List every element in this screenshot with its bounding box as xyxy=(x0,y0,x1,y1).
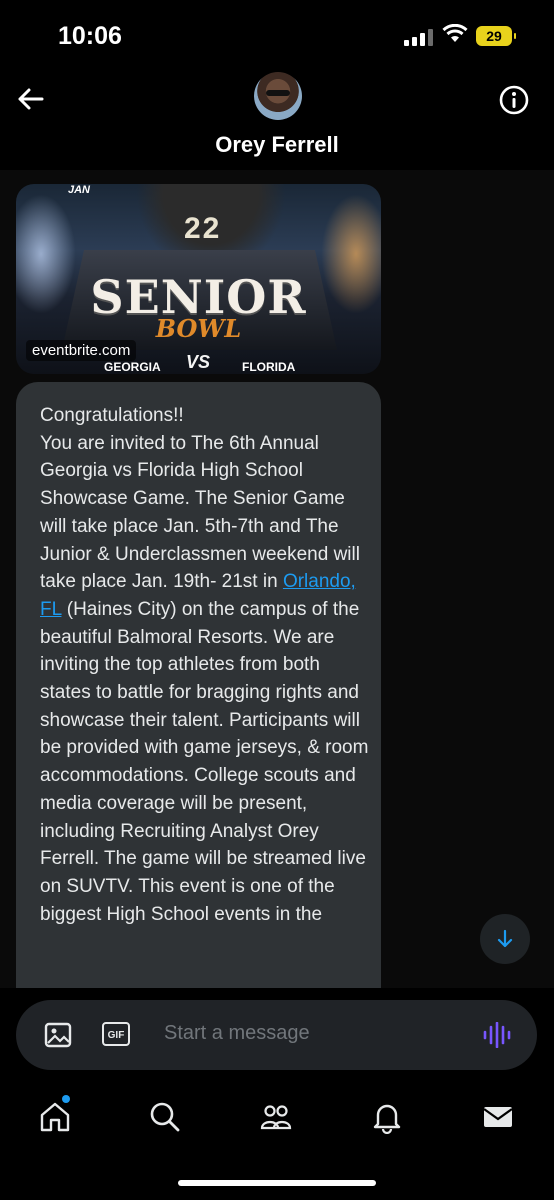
status-bar: 10:06 29 xyxy=(0,0,554,72)
cellular-signal-icon xyxy=(404,28,433,46)
message-thread[interactable]: JAN 22 SENIOR BOWL GEORGIA VS FLORIDA ev… xyxy=(0,170,554,988)
card-jan-text: JAN xyxy=(68,184,91,196)
avatar[interactable] xyxy=(254,72,302,120)
image-icon[interactable] xyxy=(44,1022,72,1048)
message-input[interactable]: Start a message xyxy=(164,1022,310,1045)
gif-button[interactable]: GIF xyxy=(102,1022,130,1046)
message-text-part: (Haines City) on the campus of the beaut… xyxy=(40,598,369,925)
message-text-part: Congratulations!! You are invited to The… xyxy=(40,405,360,593)
link-preview-card[interactable]: JAN 22 SENIOR BOWL GEORGIA VS FLORIDA ev… xyxy=(16,184,381,374)
conversation-header: Orey Ferrell xyxy=(0,72,554,170)
message-text: Congratulations!! You are invited to The… xyxy=(40,402,370,928)
battery-icon: 29 xyxy=(476,26,516,46)
info-icon[interactable] xyxy=(498,84,530,116)
notifications-icon[interactable] xyxy=(370,1100,404,1134)
battery-level: 29 xyxy=(486,28,502,44)
search-icon[interactable] xyxy=(148,1100,182,1134)
home-icon[interactable] xyxy=(38,1100,72,1134)
status-time: 10:06 xyxy=(58,22,122,50)
communities-icon[interactable] xyxy=(259,1100,293,1134)
message-composer: GIF Start a message xyxy=(16,1000,537,1070)
team-left: GEORGIA xyxy=(104,360,161,374)
back-arrow-icon[interactable] xyxy=(14,82,48,116)
scroll-to-bottom-button[interactable] xyxy=(480,914,530,964)
versus-label: VS xyxy=(186,352,211,372)
link-source-label: eventbrite.com xyxy=(26,340,137,361)
messages-icon[interactable] xyxy=(481,1100,515,1134)
voice-message-icon[interactable] xyxy=(482,1022,512,1048)
arrow-down-icon xyxy=(497,929,513,948)
wifi-icon xyxy=(442,24,468,42)
home-indicator[interactable] xyxy=(178,1180,376,1186)
card-subtitle: BOWL xyxy=(155,314,242,343)
contact-name[interactable]: Orey Ferrell xyxy=(0,132,554,158)
team-right: FLORIDA xyxy=(242,360,296,374)
jersey-number: 22 xyxy=(184,212,222,245)
home-notification-dot xyxy=(62,1095,70,1103)
